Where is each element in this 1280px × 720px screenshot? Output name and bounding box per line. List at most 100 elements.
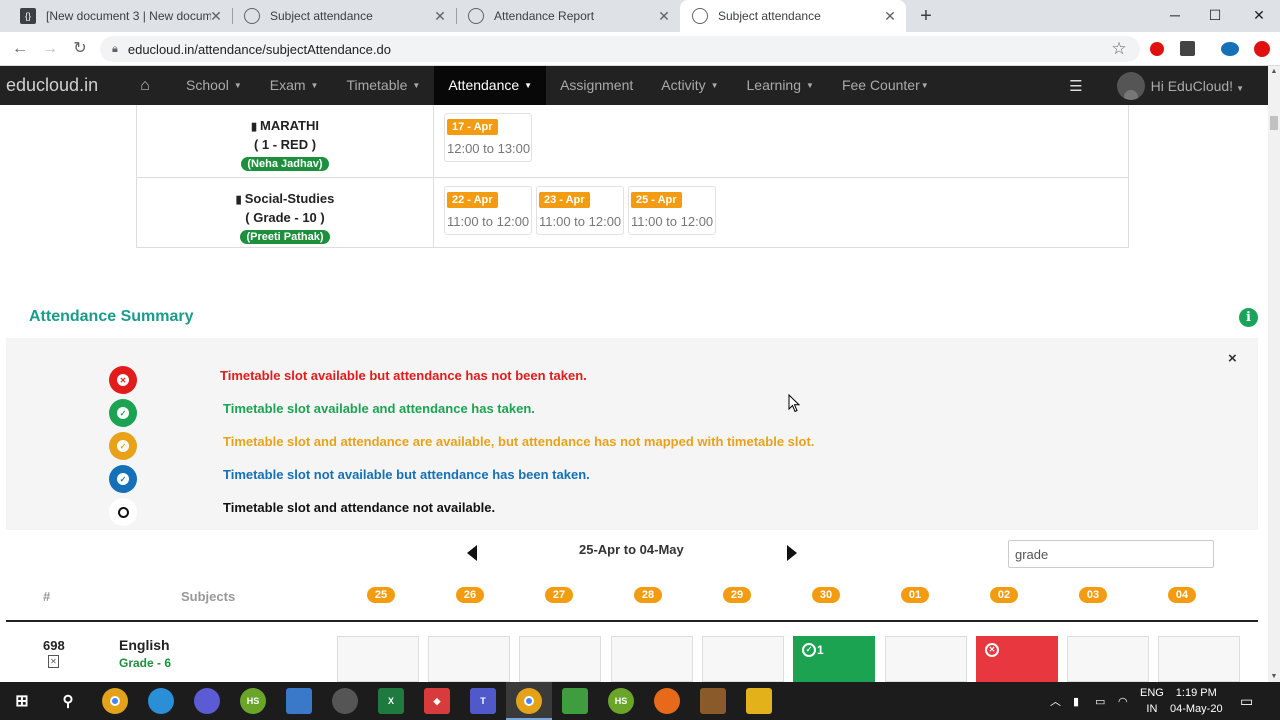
reload-icon[interactable]: ↻ xyxy=(69,38,91,60)
clock-time: 1:19 PM xyxy=(1175,687,1217,699)
check-circle-icon: ✓ xyxy=(109,399,137,427)
browser-tabstrip: {} [New document 3 | New document 3] ✕ S… xyxy=(0,0,1280,32)
network-app-icon[interactable] xyxy=(148,688,174,714)
educloud-extension-icon[interactable] xyxy=(1221,42,1239,56)
caret-down-icon: ▼ xyxy=(233,81,242,90)
app-icon[interactable] xyxy=(562,688,588,714)
nav-fee-counter[interactable]: Fee Counter▼ xyxy=(828,66,943,105)
day-badge: 30 xyxy=(812,587,840,603)
nav-activity[interactable]: Activity ▼ xyxy=(647,66,732,105)
notepad-icon[interactable] xyxy=(286,688,312,714)
scroll-down-icon[interactable]: ▼ xyxy=(1268,673,1280,680)
slot-date: 22 - Apr xyxy=(447,192,498,208)
attendance-cell[interactable] xyxy=(885,636,967,682)
attendance-cell[interactable] xyxy=(519,636,601,682)
tray-chevron-icon[interactable]: ︿ xyxy=(1050,682,1061,720)
chrome-icon[interactable] xyxy=(102,688,128,714)
nav-assignment[interactable]: Assignment xyxy=(546,66,647,105)
attendance-cell[interactable] xyxy=(1158,636,1240,682)
nav-attendance[interactable]: Attendance ▼ xyxy=(434,66,547,105)
hs-app-icon[interactable]: HS xyxy=(240,688,266,714)
selenium-extension-icon[interactable] xyxy=(1180,41,1195,56)
legend-text: Timetable slot and attendance are availa… xyxy=(223,434,815,449)
app-icon[interactable] xyxy=(332,688,358,714)
extension-icon[interactable] xyxy=(1254,41,1270,57)
subject-name: MARATHI xyxy=(260,118,320,133)
timetable-slot[interactable]: 17 - Apr 12:00 to 13:00 xyxy=(444,113,532,162)
region-code: IN xyxy=(1146,703,1158,715)
user-menu[interactable]: Hi EduCloud! ▼ xyxy=(1151,78,1244,94)
info-icon[interactable]: i xyxy=(1239,308,1258,327)
close-icon[interactable]: ✕ xyxy=(432,8,448,24)
browser-tab-active[interactable]: Subject attendance ✕ xyxy=(680,0,906,32)
file-explorer-icon[interactable] xyxy=(746,688,772,714)
firefox-icon[interactable] xyxy=(654,688,680,714)
lock-icon: 🔒︎ xyxy=(112,42,118,55)
close-icon[interactable]: × xyxy=(1228,350,1237,367)
caret-down-icon: ▼ xyxy=(310,81,319,90)
language-indicator[interactable]: ENG IN xyxy=(1140,685,1164,717)
browser-tab[interactable]: Attendance Report ✕ xyxy=(456,0,680,32)
check-circle-icon: ✓ xyxy=(802,643,816,657)
nav-school[interactable]: School ▼ xyxy=(172,66,256,105)
bookmark-star-icon[interactable]: ☆ xyxy=(1108,38,1130,60)
avatar[interactable] xyxy=(1116,71,1145,100)
teams-icon[interactable]: T xyxy=(470,688,496,714)
close-icon[interactable]: ✕ xyxy=(656,8,672,24)
attendance-cell[interactable] xyxy=(1067,636,1149,682)
search-icon[interactable]: ⚲ xyxy=(55,688,81,714)
attendance-cell[interactable] xyxy=(337,636,419,682)
battery-icon[interactable]: ▭ xyxy=(1095,682,1105,720)
close-icon[interactable]: ✕ xyxy=(208,8,224,24)
notification-icon[interactable]: ▭ xyxy=(1240,682,1253,720)
close-icon[interactable]: ✕ xyxy=(882,8,898,24)
excel-icon[interactable]: X xyxy=(378,688,404,714)
system-clock[interactable]: 1:19 PM 04-May-20 xyxy=(1170,685,1223,717)
subject-cell: ▮ Social-Studies ( Grade - 10 ) (Preeti P… xyxy=(137,178,434,247)
column-header-subjects: Subjects xyxy=(181,589,236,604)
next-week-arrow-icon[interactable] xyxy=(787,545,797,561)
nav-learning[interactable]: Learning ▼ xyxy=(733,66,828,105)
attendance-cell-taken[interactable]: ✓ 1 xyxy=(793,636,875,682)
timetable-slot[interactable]: 25 - Apr 11:00 to 12:00 xyxy=(628,186,716,235)
app-icon[interactable] xyxy=(700,688,726,714)
timetable-table: ▮ MARATHI ( 1 - RED ) (Neha Jadhav) 17 - … xyxy=(136,105,1129,248)
wifi-icon[interactable]: ◠ xyxy=(1118,682,1128,720)
attendance-cell[interactable] xyxy=(428,636,510,682)
nav-exam[interactable]: Exam ▼ xyxy=(256,66,333,105)
back-arrow-icon[interactable]: ← xyxy=(9,38,31,60)
excel-file-icon[interactable]: ✕ xyxy=(48,655,59,668)
timetable-slot[interactable]: 22 - Apr 11:00 to 12:00 xyxy=(444,186,532,235)
browser-tab[interactable]: Subject attendance ✕ xyxy=(232,0,457,32)
new-tab-button[interactable]: + xyxy=(916,6,936,26)
attendance-cell[interactable] xyxy=(702,636,784,682)
maximize-button[interactable]: ☐ xyxy=(1192,0,1238,32)
scroll-up-icon[interactable]: ▲ xyxy=(1268,68,1280,75)
page-scrollbar[interactable]: ▲ ▼ xyxy=(1268,66,1280,682)
record-extension-icon[interactable] xyxy=(1150,42,1164,56)
nav-timetable[interactable]: Timetable ▼ xyxy=(332,66,434,105)
address-bar[interactable]: 🔒︎ educloud.in/attendance/subjectAttenda… xyxy=(100,36,1140,62)
microphone-icon[interactable]: ▮ xyxy=(1073,682,1079,720)
chrome-icon[interactable] xyxy=(516,688,542,714)
browser-tab[interactable]: {} [New document 3 | New document 3] ✕ xyxy=(8,0,233,32)
hs-app-icon[interactable]: HS xyxy=(608,688,634,714)
brand-logo[interactable]: educloud.in xyxy=(6,75,128,96)
search-input[interactable] xyxy=(1008,540,1214,568)
legend-text: Timetable slot not available but attenda… xyxy=(223,467,590,482)
app-icon[interactable] xyxy=(194,688,220,714)
attendance-cell[interactable] xyxy=(611,636,693,682)
attendance-cell-missing[interactable]: ✕ xyxy=(976,636,1058,682)
anydesk-icon[interactable]: ◆ xyxy=(424,688,450,714)
timetable-slot[interactable]: 23 - Apr 11:00 to 12:00 xyxy=(536,186,624,235)
prev-week-arrow-icon[interactable] xyxy=(467,545,477,561)
scrollbar-thumb[interactable] xyxy=(1270,116,1278,130)
table-row: ▮ MARATHI ( 1 - RED ) (Neha Jadhav) 17 - … xyxy=(137,105,1128,177)
home-icon[interactable]: ⌂ xyxy=(128,77,162,95)
empty-circle-icon xyxy=(109,498,137,526)
forward-arrow-icon[interactable]: → xyxy=(39,38,61,60)
list-icon[interactable]: ☰ xyxy=(1069,77,1082,95)
window-close-button[interactable]: ✕ xyxy=(1236,0,1280,32)
greeting-label: Hi EduCloud! xyxy=(1150,77,1234,94)
windows-start-icon[interactable]: ⊞ xyxy=(9,688,35,714)
